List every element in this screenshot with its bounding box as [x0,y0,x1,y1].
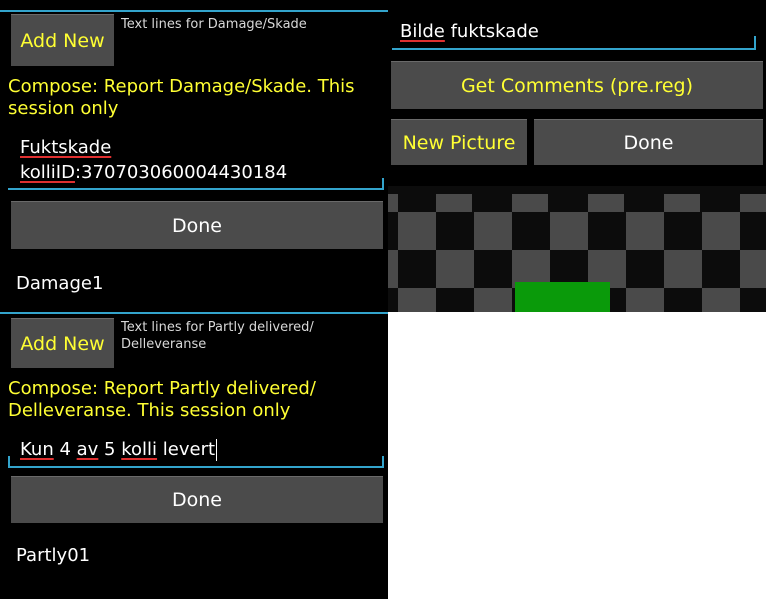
top-divider [0,312,388,314]
input-word: av [76,439,99,460]
checker-cell [550,212,588,250]
top-divider [0,10,388,12]
checker-cell [474,212,512,250]
checker-cell [740,250,766,288]
get-comments-button[interactable]: Get Comments (pre.reg) [391,61,763,109]
checker-cell [388,194,398,212]
add-new-button[interactable]: Add New [11,14,114,66]
input-word: Bilde [400,21,445,42]
input-text: 5 [98,439,122,460]
message-input[interactable]: Kun 4 av 5 kolli levert [8,432,384,468]
damage-panel: Add New Text lines for Damage/Skade Comp… [0,0,388,312]
green-block [515,282,610,312]
checker-cell [436,194,472,212]
checker-cell [664,250,702,288]
checker-cell [474,288,512,312]
input-text: fuktskade [444,21,539,42]
checker-cell [702,288,740,312]
input-text: :370703060004430184 [74,162,288,183]
input-line-2: kolliID:370703060004430184 [20,161,287,185]
list-item[interactable]: Damage1 [16,272,103,296]
input-word: Fuktskade [20,137,112,158]
camera-preview[interactable] [388,186,766,312]
checker-cell [626,288,664,312]
done-button[interactable]: Done [11,476,383,523]
checker-cell [512,194,548,212]
input-word: Kun [20,439,54,460]
checker-cell [740,194,766,212]
message-input[interactable]: Fuktskade kolliID:370703060004430184 [8,132,384,190]
input-underline [8,188,384,190]
picture-panel: Bilde fuktskade Get Comments (pre.reg) N… [388,0,766,312]
partly-panel: Add New Text lines for Partly delivered/… [0,312,388,599]
checker-cell [588,194,624,212]
compose-line-2: Delleveranse. This session only [8,400,291,421]
input-underline [8,466,384,468]
checker-cell [398,212,436,250]
compose-text: Compose: Report Damage/Skade. This sessi… [8,76,355,119]
checker-cell [664,194,700,212]
done-button[interactable]: Done [534,119,763,165]
done-button[interactable]: Done [11,201,383,249]
input-line: Kun 4 av 5 kolli levert [20,438,218,462]
checker-cell [436,250,474,288]
checker-cell [388,250,398,288]
text-cursor [216,439,218,461]
input-text: levert [157,439,216,460]
input-edge [754,36,756,48]
input-word: kolli [121,439,158,460]
header-text-line-1: Text lines for Partly delivered/ [121,320,314,335]
checker-cell [398,288,436,312]
checker-cell [702,212,740,250]
header-text: Text lines for Damage/Skade [121,17,307,32]
new-picture-button[interactable]: New Picture [391,119,527,165]
input-line-1: Fuktskade [20,136,111,160]
checker-cell [626,212,664,250]
add-new-button[interactable]: Add New [11,318,114,368]
caption-input[interactable]: Bilde fuktskade [400,20,539,44]
list-item[interactable]: Partly01 [16,544,90,568]
input-underline [392,48,756,50]
input-word: kolliID [20,162,75,183]
input-text: 4 [53,439,77,460]
header-text-line-2: Delleveranse [121,337,207,352]
compose-line-1: Compose: Report Partly delivered/ [8,378,316,399]
